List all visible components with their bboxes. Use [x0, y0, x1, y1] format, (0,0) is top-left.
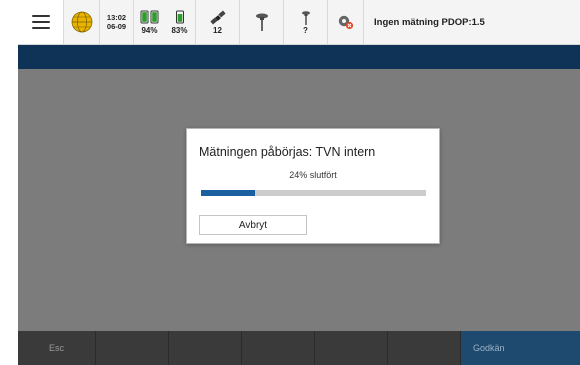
- base-antenna-label: ?: [303, 25, 308, 35]
- menu-button[interactable]: [18, 0, 64, 44]
- battery-1-percent: 94%: [141, 25, 158, 35]
- softkey-slot-3[interactable]: [242, 331, 315, 365]
- antenna-icon: [301, 10, 310, 25]
- softkey-slot-1[interactable]: [96, 331, 169, 365]
- clock-display[interactable]: 13:02 06-09: [100, 0, 134, 44]
- bottom-bar: Esc Godkän: [18, 331, 580, 365]
- radio-status-button[interactable]: [328, 0, 364, 44]
- date-text: 06-09: [106, 22, 127, 31]
- status-label: Ingen mätning PDOP:1.5: [374, 16, 485, 28]
- satellite-count: 12: [213, 25, 222, 35]
- progress-bar: [201, 190, 426, 196]
- satellite-icon: [209, 10, 226, 24]
- time-text: 13:02: [106, 13, 127, 22]
- esc-button[interactable]: Esc: [18, 331, 96, 365]
- battery-icon: [140, 10, 158, 23]
- menu-icon: [31, 15, 50, 29]
- cancel-button[interactable]: Avbryt: [199, 215, 307, 235]
- softkey-slot-4[interactable]: [315, 331, 388, 365]
- gear-icon: [338, 15, 353, 30]
- antenna-icon: [255, 13, 268, 31]
- globe-icon: [71, 11, 92, 33]
- battery-2-percent: 83%: [171, 25, 188, 35]
- satellite-status[interactable]: 12: [196, 0, 240, 44]
- measurement-status-text[interactable]: Ingen mätning PDOP:1.5: [364, 0, 580, 44]
- progress-dialog: Mätningen påbörjas: TVN intern 24% slutf…: [186, 128, 440, 244]
- map-view-button[interactable]: [64, 0, 100, 44]
- progress-bar-fill: [201, 190, 255, 196]
- base-antenna-button[interactable]: ?: [284, 0, 328, 44]
- status-bar: 13:02 06-09 94% 83% 12 ? Ingen mätning P…: [18, 0, 580, 45]
- left-border: [0, 0, 18, 365]
- softkey-slot-5[interactable]: [388, 331, 461, 365]
- progress-text: 24% slutfört: [289, 170, 337, 180]
- accept-button[interactable]: Godkän: [461, 331, 580, 365]
- dialog-title: Mätningen påbörjas: TVN intern: [199, 145, 376, 159]
- battery-icon: [175, 10, 184, 23]
- softkey-slot-2[interactable]: [169, 331, 242, 365]
- rover-antenna-button[interactable]: [240, 0, 284, 44]
- header-band: [18, 45, 580, 69]
- battery-status[interactable]: 94% 83%: [134, 0, 196, 44]
